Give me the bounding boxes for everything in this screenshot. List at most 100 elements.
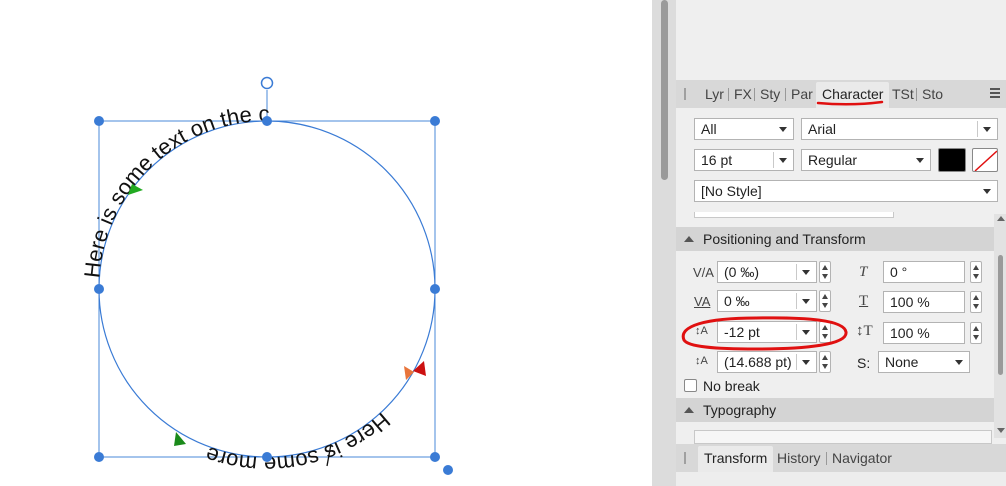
tab-separator [728, 88, 729, 101]
vertical-scale-field[interactable]: 100 % [883, 322, 965, 344]
dropdown-separator [796, 354, 797, 370]
vertical-scale-icon: ↕T [856, 323, 873, 339]
chevron-down-icon [802, 299, 810, 304]
dropdown-separator [796, 293, 797, 309]
paragraph-style-select[interactable]: [No Style] [694, 180, 998, 202]
kerning-value: (0 ‰) [724, 264, 759, 280]
baseline-annotation-circle [681, 316, 848, 351]
tracking-field[interactable]: 0 ‰ [717, 290, 817, 312]
horizontal-scale-value: 100 % [890, 294, 930, 310]
tab-transform[interactable]: Transform [698, 446, 774, 472]
script-select[interactable]: None [878, 351, 970, 373]
chevron-down-icon [779, 127, 787, 132]
paragraph-style-value: [No Style] [701, 183, 762, 199]
no-break-checkbox[interactable] [684, 379, 697, 392]
document-canvas[interactable]: Here is some text on the circle, and Her… [0, 0, 660, 486]
curved-text-top[interactable]: Here is some text on the circle, and [0, 0, 270, 279]
panel-menu-icon[interactable] [990, 88, 1000, 100]
bottom-tab-bar: Transform History Navigator [676, 444, 1006, 472]
rotation-handle[interactable] [260, 76, 274, 90]
handle-bottom-center[interactable] [262, 452, 272, 462]
font-filter-value: All [701, 121, 717, 137]
tab-fx[interactable]: FX [734, 86, 752, 102]
studio-panel: Lyr FX Sty Par Character TSt Sto All Ari… [676, 0, 1006, 486]
collapse-triangle-icon [684, 407, 694, 413]
kerning-icon: V/A [693, 265, 714, 280]
handle-extra-corner[interactable] [443, 465, 453, 475]
horizontal-scale-field[interactable]: 100 % [883, 291, 965, 313]
horizontal-scale-icon: T [859, 293, 869, 309]
scroll-down-icon[interactable] [997, 428, 1005, 433]
horizontal-scale-stepper[interactable] [970, 291, 982, 313]
script-label: S: [857, 355, 871, 371]
tab-separator [754, 88, 755, 101]
handle-top-right[interactable] [430, 116, 440, 126]
font-size-value: 16 pt [701, 152, 733, 168]
dropdown-separator [773, 152, 774, 168]
tab-styles[interactable]: Sty [760, 86, 780, 102]
tab-stock[interactable]: Sto [922, 86, 943, 102]
shear-value: 0 ° [890, 264, 908, 280]
chevron-down-icon [779, 158, 787, 163]
dropdown-separator [796, 264, 797, 280]
font-family-value: Arial [808, 121, 837, 137]
font-size-field[interactable]: 16 pt [694, 149, 794, 171]
handle-middle-right[interactable] [430, 284, 440, 294]
handle-bottom-left[interactable] [94, 452, 104, 462]
vertical-scale-stepper[interactable] [970, 322, 982, 344]
script-value: None [885, 354, 919, 370]
typography-buttons-row[interactable] [694, 430, 992, 444]
scroll-up-icon[interactable] [997, 216, 1005, 221]
tracking-stepper[interactable] [819, 290, 831, 312]
chevron-down-icon [802, 360, 810, 365]
bottom-panel-body [676, 472, 1006, 486]
font-style-select[interactable]: Regular [801, 149, 931, 171]
clipped-controls-row [694, 212, 894, 218]
dropdown-separator [977, 121, 978, 137]
vertical-scale-value: 100 % [890, 325, 930, 341]
character-tab-annotation [816, 100, 884, 106]
text-fill-color-swatch[interactable] [938, 148, 966, 172]
font-filter-select[interactable]: All [694, 118, 794, 140]
shear-stepper[interactable] [970, 261, 982, 283]
typography-header[interactable]: Typography [676, 398, 994, 422]
tracking-value: 0 ‰ [724, 293, 750, 309]
kerning-stepper[interactable] [819, 261, 831, 283]
tab-paragraph[interactable]: Par [791, 86, 813, 102]
tab-layers[interactable]: Lyr [705, 86, 724, 102]
tab-separator [826, 452, 827, 465]
canvas-scrollbar[interactable] [661, 0, 668, 180]
tab-navigator[interactable]: Navigator [832, 450, 892, 466]
tab-grip-icon[interactable] [684, 88, 686, 100]
chevron-down-icon [983, 189, 991, 194]
kerning-field[interactable]: (0 ‰) [717, 261, 817, 283]
curved-text-bottom[interactable]: Here is some more [202, 408, 395, 477]
font-family-select[interactable]: Arial [801, 118, 998, 140]
no-color-icon [974, 150, 997, 171]
tab-history[interactable]: History [777, 450, 821, 466]
shear-icon: T [859, 264, 868, 280]
tab-separator [916, 88, 917, 101]
tab-separator [785, 88, 786, 101]
handle-top-left[interactable] [94, 116, 104, 126]
positioning-transform-header[interactable]: Positioning and Transform [676, 227, 994, 251]
font-style-value: Regular [808, 152, 858, 168]
leading-stepper[interactable] [819, 351, 831, 373]
chevron-down-icon [916, 158, 924, 163]
leading-field[interactable]: (14.688 pt) [717, 351, 817, 373]
leading-value: (14.688 pt) [724, 354, 792, 370]
tab-grip-icon[interactable] [684, 452, 686, 464]
shear-field[interactable]: 0 ° [883, 261, 965, 283]
path-start-marker-bottom[interactable] [174, 432, 186, 446]
collapse-triangle-icon [684, 236, 694, 242]
section-title: Typography [703, 402, 777, 418]
chevron-down-icon [955, 360, 963, 365]
handle-middle-left[interactable] [94, 284, 104, 294]
text-stroke-color-swatch[interactable] [972, 148, 998, 172]
handle-bottom-right[interactable] [430, 452, 440, 462]
handle-top-center[interactable] [262, 116, 272, 126]
tab-text-styles[interactable]: TSt [892, 86, 914, 102]
panel-scrollbar-thumb[interactable] [998, 255, 1003, 375]
section-title: Positioning and Transform [703, 231, 866, 247]
tracking-icon: VA [694, 294, 711, 309]
